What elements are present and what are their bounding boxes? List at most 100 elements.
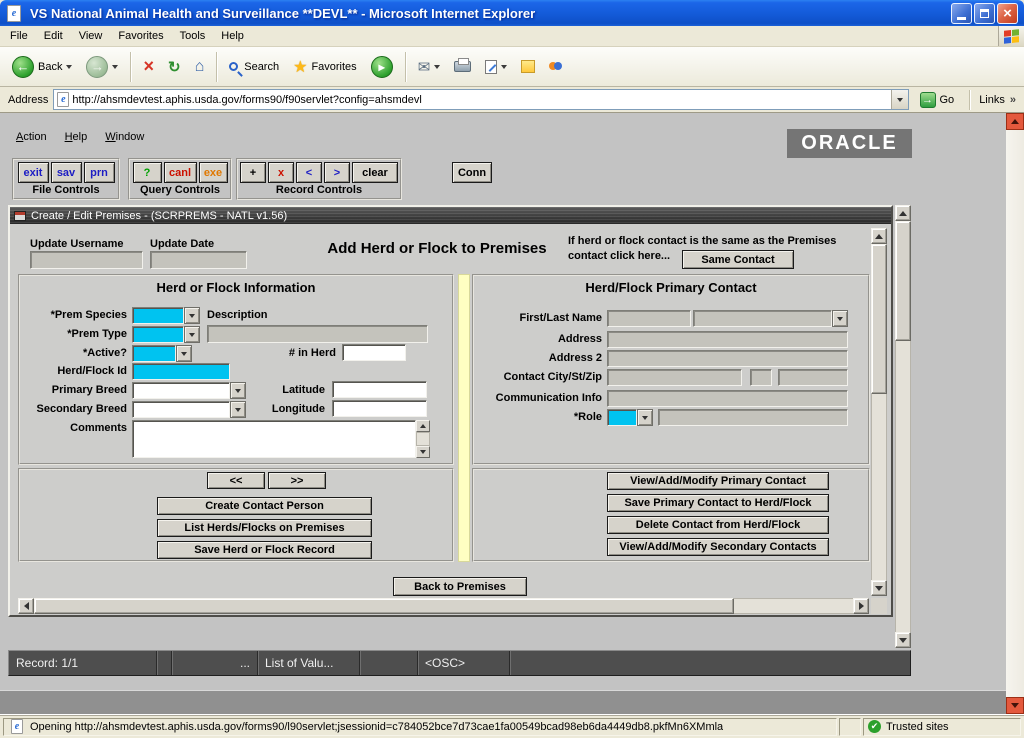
browser-scroll-down[interactable]: [1006, 697, 1024, 714]
maximize-button[interactable]: [974, 3, 995, 24]
comments-scroll-down[interactable]: [416, 446, 430, 458]
close-button[interactable]: [997, 3, 1018, 24]
field-in-herd[interactable]: [342, 344, 406, 361]
record-delete-button[interactable]: x: [268, 162, 294, 183]
menu-tools[interactable]: Tools: [172, 27, 214, 45]
role-dropdown[interactable]: [637, 409, 653, 426]
field-herd-flock-id[interactable]: [132, 363, 230, 380]
minimize-button[interactable]: [951, 3, 972, 24]
record-prev-nav-button[interactable]: <<: [207, 472, 265, 489]
canvas-vscroll-thumb[interactable]: [871, 244, 887, 394]
save-herd-record-button[interactable]: Save Herd or Flock Record: [157, 541, 372, 559]
search-button[interactable]: Search: [223, 50, 285, 84]
field-primary-breed[interactable]: [132, 382, 230, 399]
status-mini-panel: [839, 718, 861, 736]
discuss-button[interactable]: [543, 50, 568, 84]
mdi-vscroll-up[interactable]: [895, 205, 911, 221]
secondary-breed-dropdown[interactable]: [230, 401, 246, 418]
links-label[interactable]: Links: [979, 94, 1005, 106]
stop-button[interactable]: [137, 50, 160, 84]
browser-scroll-up[interactable]: [1006, 113, 1024, 130]
applet-menu-help[interactable]: Help: [65, 131, 88, 143]
menu-view[interactable]: View: [71, 27, 111, 45]
oracle-logo: ORACLE: [787, 129, 912, 158]
applet-menu-window[interactable]: Window: [105, 131, 144, 143]
canvas-hscroll-right[interactable]: [853, 598, 869, 614]
mdi-vscrollbar: [895, 205, 911, 648]
field-description: [207, 325, 428, 343]
record-previous-button[interactable]: <: [296, 162, 322, 183]
back-button[interactable]: Back: [6, 50, 78, 84]
links-chevron-icon[interactable]: »: [1010, 94, 1020, 106]
address-bar: Address Go Links »: [0, 87, 1024, 113]
menu-edit[interactable]: Edit: [36, 27, 71, 45]
home-button[interactable]: [189, 50, 211, 84]
back-dropdown-icon: [66, 65, 72, 69]
menu-file[interactable]: File: [2, 27, 36, 45]
print-form-button[interactable]: prn: [84, 162, 115, 183]
canvas-hscroll-thumb[interactable]: [34, 598, 734, 614]
edit-button[interactable]: [479, 50, 513, 84]
comments-scroll-track[interactable]: [416, 432, 430, 446]
status-segment: [510, 651, 910, 675]
field-prem-species[interactable]: [132, 307, 184, 324]
favorites-button[interactable]: Favorites: [287, 50, 363, 84]
create-contact-person-button[interactable]: Create Contact Person: [157, 497, 372, 515]
applet-menu-action[interactable]: Action: [16, 131, 47, 143]
view-secondary-contacts-button[interactable]: View/Add/Modify Secondary Contacts: [607, 538, 829, 556]
mdi-vscroll-down[interactable]: [895, 632, 911, 648]
field-active[interactable]: [132, 345, 176, 362]
menu-help[interactable]: Help: [213, 27, 252, 45]
conn-button[interactable]: Conn: [452, 162, 492, 183]
field-secondary-breed[interactable]: [132, 401, 230, 418]
canvas-vscroll-down[interactable]: [871, 580, 887, 596]
address-dropdown-button[interactable]: [891, 90, 908, 109]
browser-vscrollbar[interactable]: [1006, 113, 1024, 714]
prem-species-dropdown[interactable]: [184, 307, 200, 324]
forward-button[interactable]: [80, 50, 124, 84]
name-dropdown[interactable]: [832, 310, 848, 327]
exit-button[interactable]: exit: [18, 162, 49, 183]
go-label: Go: [940, 94, 955, 106]
refresh-button[interactable]: [162, 50, 187, 84]
save-button[interactable]: sav: [51, 162, 82, 183]
delete-contact-button[interactable]: Delete Contact from Herd/Flock: [607, 516, 829, 534]
primary-breed-dropdown[interactable]: [230, 382, 246, 399]
save-primary-contact-button[interactable]: Save Primary Contact to Herd/Flock: [607, 494, 829, 512]
address-input[interactable]: [72, 91, 890, 108]
back-to-premises-button[interactable]: Back to Premises: [393, 577, 527, 596]
print-button[interactable]: [448, 50, 477, 84]
field-latitude[interactable]: [332, 381, 427, 398]
active-dropdown[interactable]: [176, 345, 192, 362]
media-button[interactable]: [365, 50, 399, 84]
file-controls-group: exit sav prn File Controls: [12, 158, 120, 200]
label-communication-info: Communication Info: [472, 392, 602, 404]
field-prem-type[interactable]: [132, 326, 184, 343]
prem-type-dropdown[interactable]: [184, 326, 200, 343]
mail-button[interactable]: [412, 50, 447, 84]
messenger-note-button[interactable]: [515, 50, 541, 84]
record-next-nav-button[interactable]: >>: [268, 472, 326, 489]
field-contact-state: [750, 369, 772, 386]
record-next-button[interactable]: >: [324, 162, 350, 183]
address-page-icon: [57, 92, 69, 107]
mdi-vscroll-thumb[interactable]: [895, 221, 911, 341]
query-execute-button[interactable]: exe: [199, 162, 228, 183]
view-primary-contact-button[interactable]: View/Add/Modify Primary Contact: [607, 472, 829, 490]
field-longitude[interactable]: [332, 400, 427, 417]
field-role[interactable]: [607, 409, 637, 426]
query-enter-button[interactable]: ?: [133, 162, 162, 183]
record-clear-button[interactable]: clear: [352, 162, 398, 183]
field-comments[interactable]: [132, 420, 416, 458]
query-cancel-button[interactable]: canl: [164, 162, 197, 183]
canvas-vscroll-up[interactable]: [871, 228, 887, 244]
page-bottom-band: [0, 690, 1006, 714]
canvas-hscroll-left[interactable]: [18, 598, 34, 614]
same-contact-button[interactable]: Same Contact: [682, 250, 794, 269]
label-prem-type: *Prem Type: [18, 328, 127, 340]
list-herds-flocks-button[interactable]: List Herds/Flocks on Premises: [157, 519, 372, 537]
go-button[interactable]: Go: [914, 89, 961, 111]
menu-favorites[interactable]: Favorites: [110, 27, 171, 45]
record-add-button[interactable]: +: [240, 162, 266, 183]
comments-scroll-up[interactable]: [416, 420, 430, 432]
